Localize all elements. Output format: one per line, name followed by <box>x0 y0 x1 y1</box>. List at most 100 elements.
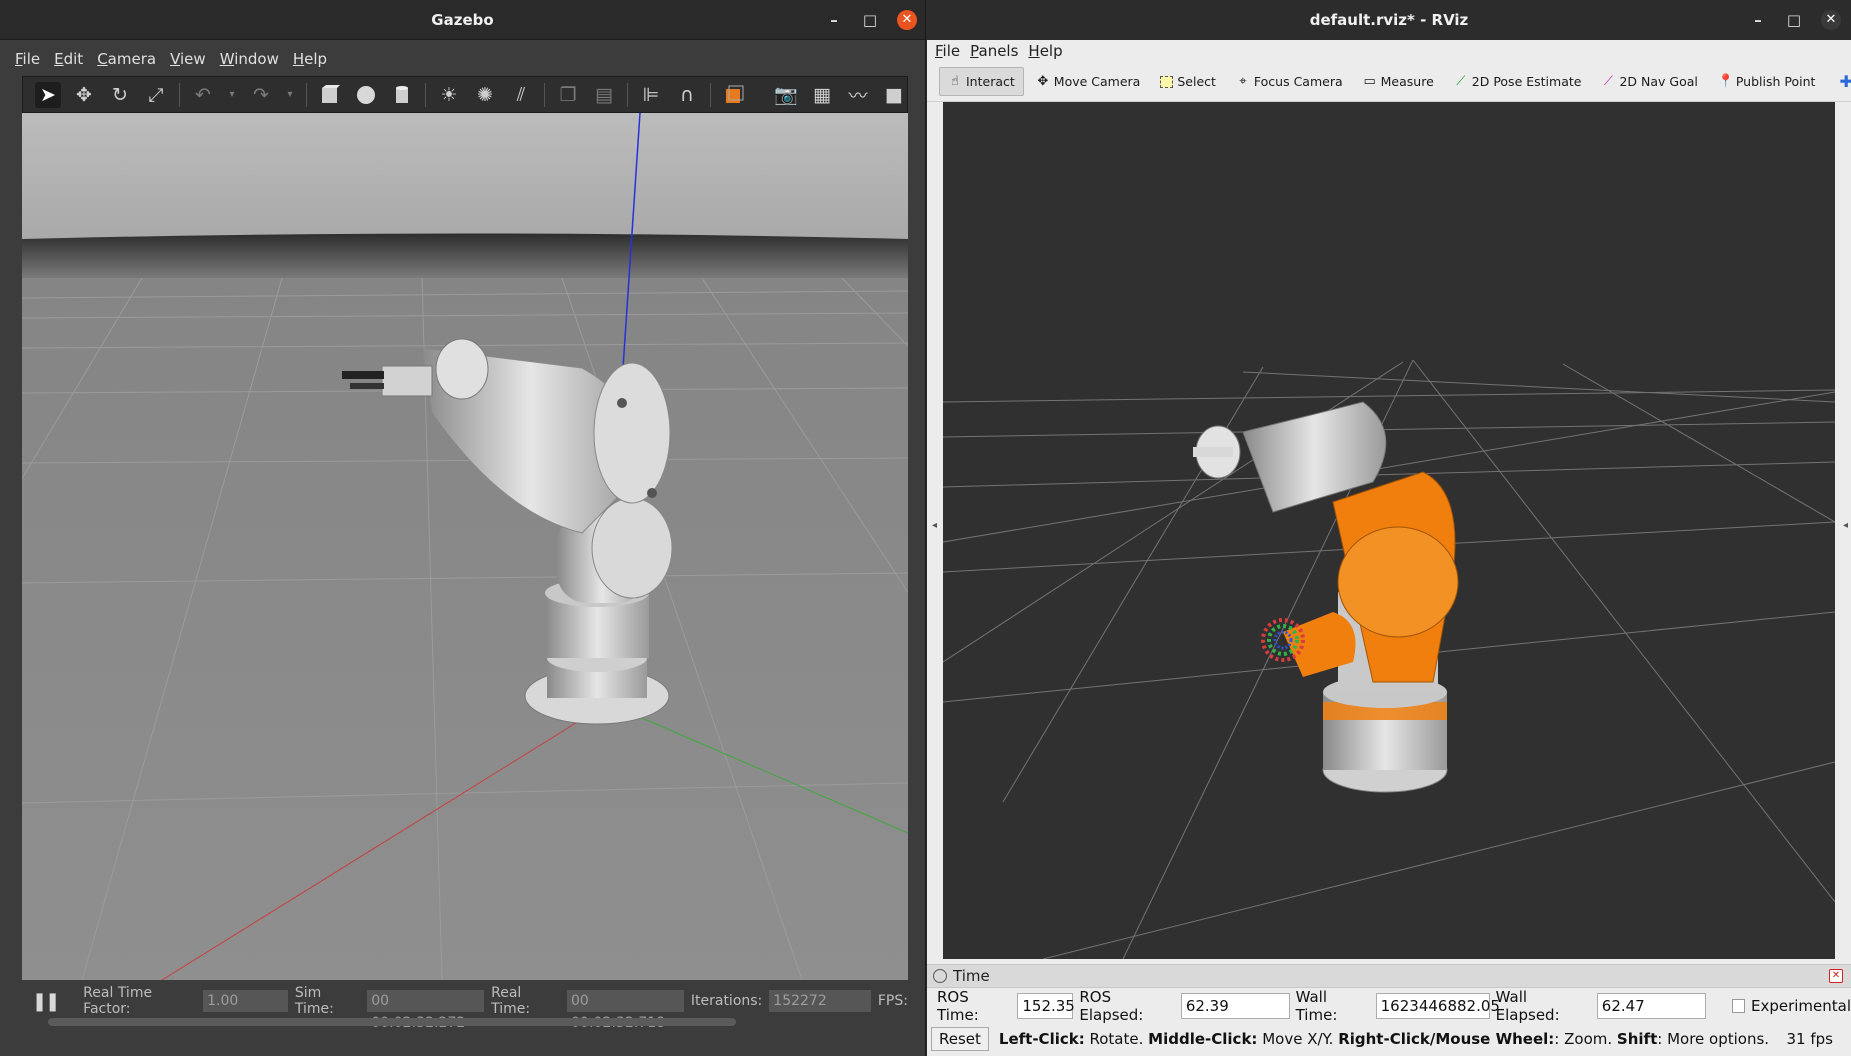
focus-camera-icon: ⌖ <box>1239 74 1247 89</box>
copy-icon[interactable]: ❐ <box>555 82 581 108</box>
rviz-title: default.rviz* - RViz <box>1309 11 1469 29</box>
menu-file[interactable]: File <box>935 42 960 60</box>
fps-label: FPS: <box>877 993 908 1009</box>
translate-icon[interactable]: ✥ <box>71 82 97 108</box>
select-box-icon <box>1160 75 1174 88</box>
hand-icon: ☝ <box>951 74 959 89</box>
ros-elapsed-label: ROS Elapsed: <box>1079 988 1144 1024</box>
redo-dropdown-icon[interactable]: ▾ <box>284 82 296 108</box>
tool-move-camera[interactable]: ✥ Move Camera <box>1028 68 1149 95</box>
gazebo-window: Gazebo – □ ✕ File Edit Camera View Windo… <box>0 0 926 1056</box>
tool-label: Interact <box>966 74 1015 89</box>
tool-focus-camera[interactable]: ⌖ Focus Camera <box>1228 68 1351 95</box>
nav-goal-arrow-icon: ⟋ <box>1603 74 1613 89</box>
time-panel-header: Time ✕ <box>927 964 1851 988</box>
rviz-menubar: File Panels Help <box>927 40 1851 62</box>
real-time-factor-value: 1.00 <box>203 990 288 1012</box>
select-arrow-icon[interactable]: ➤ <box>35 81 61 108</box>
menu-camera[interactable]: Camera <box>94 48 159 70</box>
gazebo-scene-render <box>22 113 908 980</box>
maximize-icon[interactable]: □ <box>861 0 879 40</box>
tool-label: Measure <box>1380 74 1434 89</box>
sim-time-value: 00 00:02:32.272 <box>367 990 485 1031</box>
help-key: Right-Click/Mouse Wheel: <box>1338 1030 1555 1048</box>
scale-icon[interactable]: ⤢ <box>143 82 169 108</box>
rviz-3d-viewport[interactable] <box>943 102 1835 959</box>
gazebo-menubar: File Edit Camera View Window Help <box>0 46 925 72</box>
point-light-icon[interactable]: ☀ <box>436 82 462 108</box>
left-dock-handle-icon[interactable]: ◂ <box>932 520 937 531</box>
screenshot-icon[interactable]: 📷 <box>773 82 799 108</box>
close-panel-icon[interactable]: ✕ <box>1829 969 1843 983</box>
gazebo-horizontal-scrollbar[interactable] <box>48 1018 736 1026</box>
tool-measure[interactable]: ▭ Measure <box>1355 68 1442 95</box>
rotate-icon[interactable]: ↻ <box>107 82 133 108</box>
tool-interact[interactable]: ☝ Interact <box>939 67 1024 96</box>
tool-label: 2D Pose Estimate <box>1471 74 1582 89</box>
log-icon[interactable]: ▦ <box>809 82 835 108</box>
real-time-label: Real Time: <box>491 985 531 1017</box>
help-desc: Rotate. <box>1089 1030 1144 1048</box>
spot-light-icon[interactable]: ✺ <box>472 82 498 108</box>
real-time-factor-label: Real Time Factor: <box>83 985 153 1017</box>
help-desc: : Zoom. <box>1554 1030 1613 1048</box>
toolbar-separator <box>627 82 628 107</box>
menu-panels[interactable]: Panels <box>970 42 1018 60</box>
cylinder-icon[interactable] <box>389 82 415 108</box>
ros-time-field[interactable]: 152.35 <box>1017 993 1075 1019</box>
wall-time-label: Wall Time: <box>1295 988 1338 1024</box>
toolbar-separator <box>544 82 545 107</box>
experimental-checkbox[interactable] <box>1731 999 1745 1013</box>
wall-elapsed-label: Wall Elapsed: <box>1495 988 1560 1024</box>
tool-select[interactable]: Select <box>1152 68 1224 95</box>
add-tool-plus-icon[interactable]: ✚ <box>1831 66 1851 97</box>
menu-file[interactable]: File <box>12 48 43 70</box>
close-icon[interactable]: ✕ <box>1821 10 1841 30</box>
tool-label: 2D Nav Goal <box>1619 74 1698 89</box>
snap-icon[interactable]: ∩ <box>674 82 700 108</box>
minimize-icon[interactable]: – <box>825 0 843 40</box>
sphere-icon[interactable] <box>353 82 379 108</box>
menu-help[interactable]: Help <box>1028 42 1062 60</box>
help-bar: Reset Left-Click: Rotate. Middle-Click: … <box>927 1024 1851 1054</box>
menu-help[interactable]: Help <box>290 48 330 70</box>
time-panel-title: Time <box>953 967 990 985</box>
video-record-icon[interactable]: ■ <box>881 82 907 108</box>
help-desc: Move X/Y. <box>1262 1030 1334 1048</box>
undo-icon[interactable]: ↶ <box>190 82 216 108</box>
tool-2d-pose-estimate[interactable]: ⟋ 2D Pose Estimate <box>1446 68 1590 95</box>
toolbar-separator <box>306 82 307 107</box>
gazebo-title: Gazebo <box>431 11 494 29</box>
reset-button[interactable]: Reset <box>931 1027 989 1051</box>
menu-view[interactable]: View <box>167 48 209 70</box>
plot-icon[interactable]: 〰 <box>845 82 871 108</box>
box-icon[interactable] <box>317 82 343 108</box>
paste-icon[interactable]: ▤ <box>591 82 617 108</box>
maximize-icon[interactable]: □ <box>1785 0 1803 40</box>
time-values-row: ROS Time: 152.35 ROS Elapsed: 62.39 Wall… <box>927 988 1851 1024</box>
menu-window[interactable]: Window <box>217 48 282 70</box>
pause-icon[interactable]: ❚❚ <box>32 991 60 1012</box>
wall-elapsed-field[interactable]: 62.47 <box>1596 993 1706 1019</box>
help-key: Shift <box>1616 1030 1658 1048</box>
gazebo-status-bar: ❚❚ Real Time Factor: 1.00 Sim Time: 00 0… <box>22 984 908 1031</box>
tool-label: Select <box>1177 74 1216 89</box>
close-icon[interactable]: ✕ <box>897 10 917 30</box>
move-camera-icon: ✥ <box>1037 74 1049 89</box>
right-dock-handle-icon[interactable]: ◂ <box>1843 520 1848 531</box>
clock-icon <box>933 969 947 983</box>
directional-light-icon[interactable]: ⫽ <box>508 82 534 108</box>
align-icon[interactable]: ⊫ <box>638 82 664 108</box>
redo-icon[interactable]: ↷ <box>248 82 274 108</box>
tool-label: Publish Point <box>1735 74 1816 89</box>
tool-2d-nav-goal[interactable]: ⟋ 2D Nav Goal <box>1593 68 1705 95</box>
menu-edit[interactable]: Edit <box>51 48 86 70</box>
toolbar-separator <box>425 82 426 107</box>
undo-dropdown-icon[interactable]: ▾ <box>226 82 238 108</box>
minimize-icon[interactable]: – <box>1749 0 1767 40</box>
tool-publish-point[interactable]: 📍 Publish Point <box>1710 68 1824 95</box>
view-angle-icon[interactable] <box>721 82 747 108</box>
ros-elapsed-field[interactable]: 62.39 <box>1180 993 1290 1019</box>
wall-time-field[interactable]: 1623446882.05 <box>1375 993 1500 1019</box>
gazebo-3d-viewport[interactable] <box>22 113 908 980</box>
